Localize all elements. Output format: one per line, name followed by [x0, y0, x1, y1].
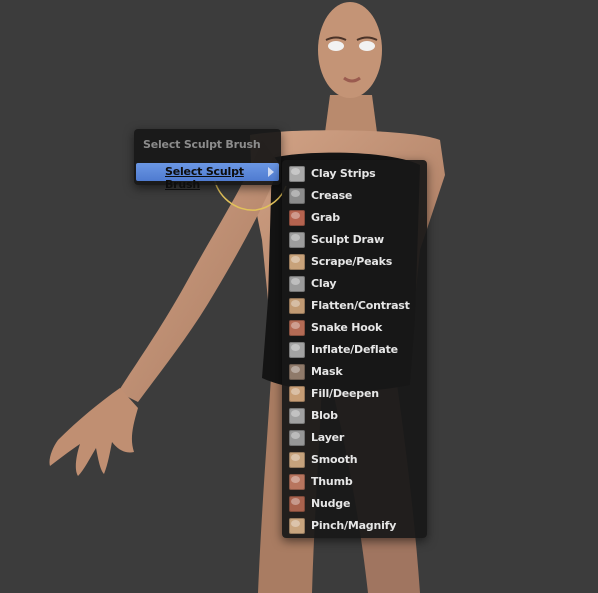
brush-item[interactable]: Scrape/Peaks — [286, 252, 423, 272]
flatten-contrast-brush-icon — [289, 298, 305, 314]
brush-item[interactable]: Nudge — [286, 494, 423, 514]
brush-label: Crease — [311, 189, 353, 202]
brush-label: Fill/Deepen — [311, 387, 379, 400]
brush-item[interactable]: Snake Hook — [286, 318, 423, 338]
clay-strips-brush-icon — [289, 166, 305, 182]
brush-item[interactable]: Clay — [286, 274, 423, 294]
brush-label: Snake Hook — [311, 321, 383, 334]
brush-label: Inflate/Deflate — [311, 343, 398, 356]
mask-brush-icon — [289, 364, 305, 380]
brush-label: Nudge — [311, 497, 351, 510]
inflate-deflate-brush-icon — [289, 342, 305, 358]
brush-label: Pinch/Magnify — [311, 519, 397, 532]
brush-item[interactable]: Fill/Deepen — [286, 384, 423, 404]
thumb-brush-icon — [289, 474, 305, 490]
menu-item-label: Select Sculpt Brush — [165, 165, 244, 191]
brush-item[interactable]: Grab — [286, 208, 423, 228]
brush-label: Thumb — [311, 475, 353, 488]
brush-label: Clay Strips — [311, 167, 376, 180]
brush-label: Blob — [311, 409, 338, 422]
brush-item[interactable]: Thumb — [286, 472, 423, 492]
brush-item[interactable]: Flatten/Contrast — [286, 296, 423, 316]
smooth-brush-icon — [289, 452, 305, 468]
select-sculpt-brush-menu-item[interactable]: Select Sculpt Brush — [136, 163, 279, 191]
brush-label: Flatten/Contrast — [311, 299, 410, 312]
sculpt-draw-brush-icon — [289, 232, 305, 248]
brush-label: Scrape/Peaks — [311, 255, 393, 268]
submenu-arrow-icon — [268, 167, 274, 177]
snake-hook-brush-icon — [289, 320, 305, 336]
brush-item[interactable]: Blob — [286, 406, 423, 426]
brush-item[interactable]: Clay Strips — [286, 164, 423, 184]
brush-item[interactable]: Sculpt Draw — [286, 230, 423, 250]
scrape-peaks-brush-icon — [289, 254, 305, 270]
menu-title: Select Sculpt Brush — [143, 138, 261, 151]
brush-label: Smooth — [311, 453, 358, 466]
brush-label: Layer — [311, 431, 345, 444]
brush-label: Clay — [311, 277, 337, 290]
brush-item[interactable]: Pinch/Magnify — [286, 516, 423, 536]
select-sculpt-brush-menu: Select Sculpt Brush Select Sculpt Brush — [134, 129, 281, 191]
fill-deepen-brush-icon — [289, 386, 305, 402]
brush-item[interactable]: Layer — [286, 428, 423, 448]
brush-label: Mask — [311, 365, 343, 378]
brush-item[interactable]: Mask — [286, 362, 423, 382]
grab-brush-icon — [289, 210, 305, 226]
layer-brush-icon — [289, 430, 305, 446]
pinch-magnify-brush-icon — [289, 518, 305, 534]
brush-item[interactable]: Inflate/Deflate — [286, 340, 423, 360]
nudge-brush-icon — [289, 496, 305, 512]
sculpt-brush-submenu: Clay Strips Crease Grab Sculpt Draw Scrape/P… — [282, 160, 427, 538]
clay-brush-icon — [289, 276, 305, 292]
brush-label: Grab — [311, 211, 340, 224]
brush-item[interactable]: Crease — [286, 186, 423, 206]
crease-brush-icon — [289, 188, 305, 204]
brush-item[interactable]: Smooth — [286, 450, 423, 470]
brush-label: Sculpt Draw — [311, 233, 384, 246]
blob-brush-icon — [289, 408, 305, 424]
